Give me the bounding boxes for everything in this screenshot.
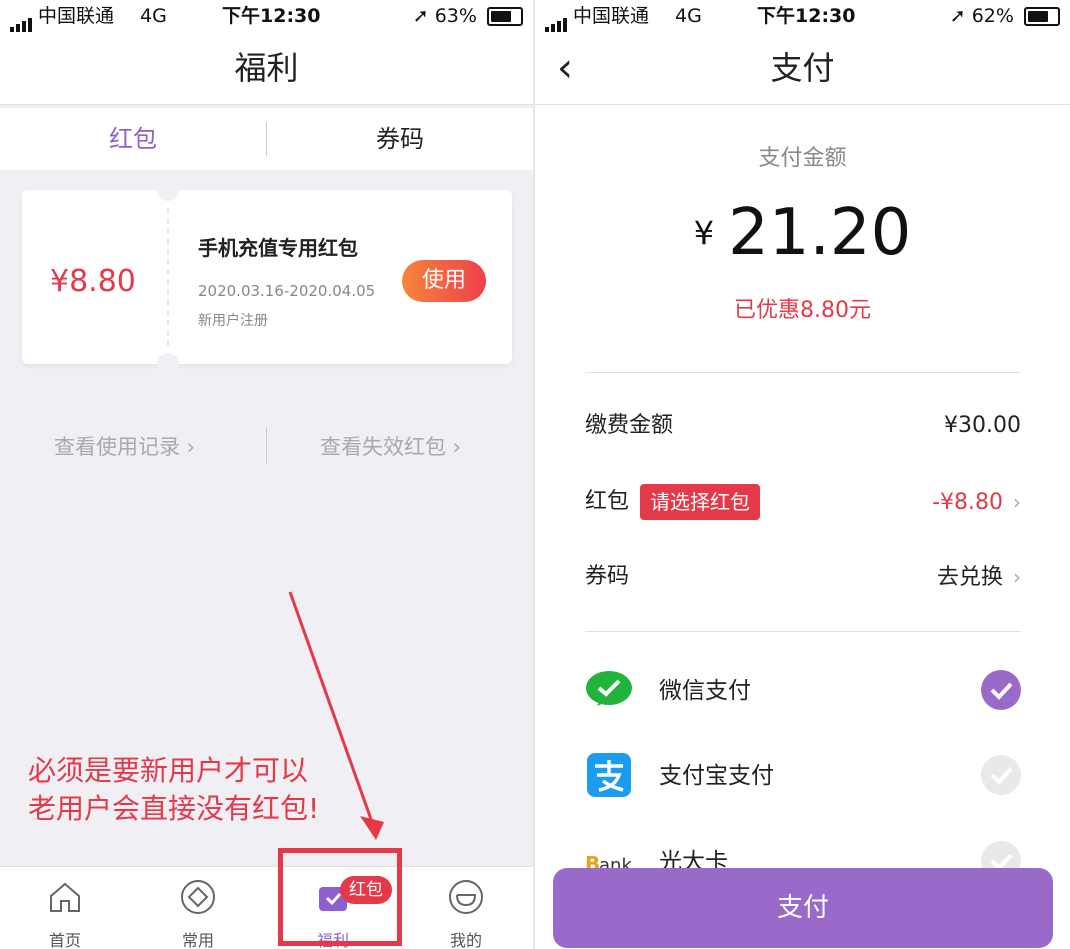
page-title: 福利 — [234, 49, 299, 87]
tab-home[interactable]: 首页 — [20, 877, 110, 949]
status-bar: 中国联通 4G 下午12:30 ➚ 62% — [535, 0, 1070, 33]
chevron-right-icon: › — [446, 435, 462, 459]
page-title: 支付 — [770, 49, 835, 87]
network-type: 4G — [140, 5, 167, 27]
payment-method-alipay[interactable]: 支付宝支付 — [585, 750, 1021, 800]
payment-method-wechat[interactable]: 微信支付 — [585, 665, 1021, 715]
wechat-pay-icon — [586, 671, 632, 706]
location-icon: ➚ — [949, 5, 966, 27]
status-time: 下午12:30 — [222, 5, 321, 27]
tab-common-label: 常用 — [181, 931, 214, 949]
coupon-dash — [167, 208, 169, 346]
divider-line — [585, 631, 1021, 632]
method-name: 微信支付 — [659, 678, 751, 704]
annotation-highlight-box — [278, 848, 402, 946]
redpacket-row[interactable]: 红包 请选择红包 -¥8.80 › — [585, 482, 1021, 522]
battery: ➚ 63% — [413, 0, 523, 32]
redpacket-value: -¥8.80 › — [932, 490, 1021, 515]
tab-home-label: 首页 — [48, 931, 81, 949]
annotation-line-2: 老用户会直接没有红包! — [28, 792, 320, 825]
battery-icon — [487, 7, 523, 26]
select-redpacket-tag[interactable]: 请选择红包 — [640, 484, 760, 520]
pay-amount: ¥21.20 — [535, 196, 1070, 270]
signal-icon — [545, 1, 569, 33]
bottom-tab-bar: 首页 常用 福利 我的 — [0, 866, 533, 949]
record-links: 查看使用记录 › 查看失效红包 › — [0, 425, 533, 465]
annotation-text: 必须是要新用户才可以 老用户会直接没有红包! — [28, 752, 319, 828]
home-icon — [50, 882, 80, 912]
pay-button[interactable]: 支付 — [553, 868, 1053, 948]
pay-amount-label: 支付金额 — [758, 146, 847, 171]
annotation-line-1: 必须是要新用户才可以 — [28, 754, 309, 787]
view-expired-link[interactable]: 查看失效红包 › — [320, 431, 461, 461]
status-bar: 中国联通 4G 下午12:30 ➚ 63% — [0, 0, 533, 33]
tab-redpacket[interactable]: 红包 — [0, 108, 266, 170]
back-button[interactable]: ‹ — [557, 32, 573, 104]
diamond-icon — [181, 880, 215, 914]
coupon-note: 新用户注册 — [198, 313, 268, 329]
use-button[interactable]: 使用 — [402, 260, 486, 302]
alipay-icon — [587, 753, 631, 797]
carrier: 中国联通 — [10, 0, 114, 33]
nav-bar: ‹ 支付 — [535, 32, 1070, 105]
coupon-notch — [157, 353, 179, 375]
divider-line — [585, 372, 1021, 373]
check-icon[interactable] — [981, 670, 1021, 710]
chevron-right-icon: › — [1013, 490, 1021, 514]
voucher-label: 券码 — [585, 564, 630, 589]
check-icon[interactable] — [981, 755, 1021, 795]
carrier: 中国联通 — [545, 0, 649, 33]
link-divider — [266, 427, 267, 463]
battery-fill — [491, 11, 512, 22]
chevron-right-icon: › — [180, 435, 196, 459]
battery: ➚ 62% — [950, 0, 1060, 32]
coupon-amount: ¥8.80 — [50, 264, 136, 299]
tab-mine-label: 我的 — [449, 931, 482, 949]
location-icon: ➚ — [412, 5, 429, 27]
voucher-value: 去兑换 › — [936, 565, 1021, 590]
smile-icon — [449, 880, 483, 914]
tab-bar-top: 红包 券码 — [0, 108, 533, 170]
battery-fill — [1028, 11, 1048, 22]
discount-text: 已优惠8.80元 — [734, 298, 871, 323]
voucher-row[interactable]: 券码 去兑换 › — [585, 557, 1021, 597]
currency-symbol: ¥ — [693, 214, 715, 252]
status-time: 下午12:30 — [757, 5, 856, 27]
fee-row: 缴费金额 ¥30.00 — [585, 406, 1021, 446]
tab-common[interactable]: 常用 — [153, 877, 243, 949]
redpacket-label: 红包 — [585, 489, 630, 514]
tab-voucher[interactable]: 券码 — [267, 108, 533, 170]
fee-value: ¥30.00 — [944, 413, 1021, 438]
coupon-title: 手机充值专用红包 — [198, 236, 358, 260]
pay-amount-value: 21.20 — [728, 196, 912, 270]
coupon-notch — [157, 179, 179, 201]
signal-icon — [10, 1, 34, 33]
coupon-date: 2020.03.16-2020.04.05 — [198, 282, 376, 300]
network-type: 4G — [675, 5, 702, 27]
battery-icon — [1024, 7, 1060, 26]
fee-label: 缴费金额 — [585, 413, 674, 438]
tab-mine[interactable]: 我的 — [421, 877, 511, 949]
welfare-screen: 中国联通 4G 下午12:30 ➚ 63% 福利 红包 券码 ¥8.80 手机充… — [0, 0, 533, 949]
chevron-right-icon: › — [1013, 565, 1021, 589]
nav-bar: 福利 — [0, 32, 533, 105]
payment-screen: 中国联通 4G 下午12:30 ➚ 62% ‹ 支付 支付金额 ¥21.20 已… — [535, 0, 1070, 949]
view-history-link[interactable]: 查看使用记录 › — [54, 431, 195, 461]
chevron-left-icon: ‹ — [557, 45, 573, 91]
coupon-card: ¥8.80 手机充值专用红包 2020.03.16-2020.04.05 新用户… — [22, 179, 512, 375]
method-name: 支付宝支付 — [659, 763, 774, 789]
